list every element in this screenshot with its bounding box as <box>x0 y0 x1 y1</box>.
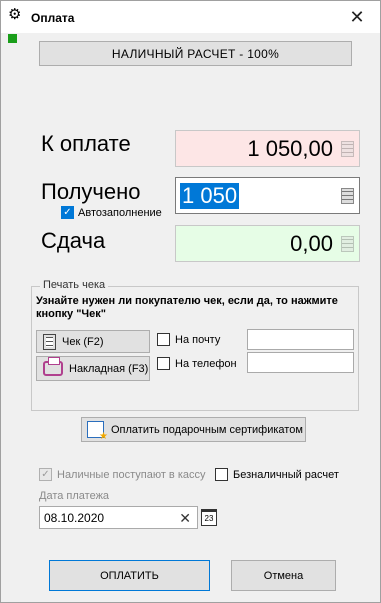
autofill-checkbox[interactable]: ✓ Автозаполнение <box>61 206 162 219</box>
checkbox-checked-icon[interactable]: ✓ <box>61 206 74 219</box>
checkbox-icon[interactable] <box>215 468 228 481</box>
change-label: Сдача <box>41 228 106 253</box>
calculator-icon[interactable] <box>341 188 354 204</box>
cashless-checkbox[interactable]: Безналичный расчет <box>215 468 339 481</box>
received-input[interactable]: 1 050 <box>175 177 360 214</box>
receipt-description: Узнайте нужен ли покупателю чек, если да… <box>36 295 338 320</box>
cashless-label: Безналичный расчет <box>233 468 339 481</box>
payment-dialog: ⚙ Оплата ✕ НАЛИЧНЫЙ РАСЧЕТ - 100% К опла… <box>0 0 381 603</box>
certificate-icon <box>87 421 108 442</box>
cash-register-label: Наличные поступают в кассу <box>57 468 206 481</box>
printer-icon <box>43 357 63 376</box>
autofill-label: Автозаполнение <box>78 206 162 219</box>
payment-mode-button[interactable]: НАЛИЧНЫЙ РАСЧЕТ - 100% <box>39 41 352 66</box>
phone-option-label: На телефон <box>175 357 237 370</box>
calculator-icon <box>341 141 354 157</box>
checkbox-checked-icon: ✓ <box>39 468 52 481</box>
change-field: 0,00 <box>175 225 360 262</box>
received-value: 1 050 <box>180 182 240 209</box>
payment-date-value: 08.10.2020 <box>44 510 105 525</box>
receipt-button[interactable]: Чек (F2) <box>36 330 150 353</box>
gift-certificate-button[interactable]: Оплатить подарочным сертификатом <box>81 417 306 442</box>
title-bar: ⚙ Оплата ✕ <box>1 1 380 33</box>
change-value: 0,00 <box>290 230 333 256</box>
gear-icon: ⚙ <box>8 6 22 23</box>
receipt-group-title: Печать чека <box>40 279 109 291</box>
to-pay-value: 1 050,00 <box>247 135 333 161</box>
invoice-button[interactable]: Накладная (F3) <box>36 356 150 381</box>
calendar-icon[interactable]: 23 <box>201 509 217 526</box>
to-pay-label: К оплате <box>41 131 131 156</box>
email-option[interactable]: На почту <box>157 333 220 346</box>
window-title: Оплата <box>31 11 75 25</box>
pay-button[interactable]: ОПЛАТИТЬ <box>49 560 210 591</box>
invoice-button-label: Накладная (F3) <box>69 362 149 375</box>
email-option-label: На почту <box>175 333 221 346</box>
receipt-button-label: Чек (F2) <box>62 335 104 348</box>
calculator-icon <box>341 236 354 252</box>
payment-date-input[interactable]: 08.10.2020 ✕ <box>39 506 198 529</box>
status-indicator <box>8 34 17 43</box>
receipt-icon <box>43 333 56 350</box>
phone-option[interactable]: На телефон <box>157 357 237 370</box>
clear-icon[interactable]: ✕ <box>179 510 191 527</box>
email-input[interactable] <box>247 329 354 350</box>
checkbox-icon[interactable] <box>157 333 170 346</box>
phone-input[interactable] <box>247 352 354 373</box>
checkbox-icon[interactable] <box>157 357 170 370</box>
to-pay-field: 1 050,00 <box>175 130 360 167</box>
close-icon[interactable]: ✕ <box>334 1 380 33</box>
cash-register-checkbox: ✓ Наличные поступают в кассу <box>39 468 206 481</box>
gift-certificate-label: Оплатить подарочным сертификатом <box>111 423 303 436</box>
payment-date-label: Дата платежа <box>39 490 110 502</box>
received-label: Получено <box>41 179 141 204</box>
receipt-print-group: Печать чека Узнайте нужен ли покупателю … <box>31 279 359 411</box>
cancel-button[interactable]: Отмена <box>231 560 336 591</box>
